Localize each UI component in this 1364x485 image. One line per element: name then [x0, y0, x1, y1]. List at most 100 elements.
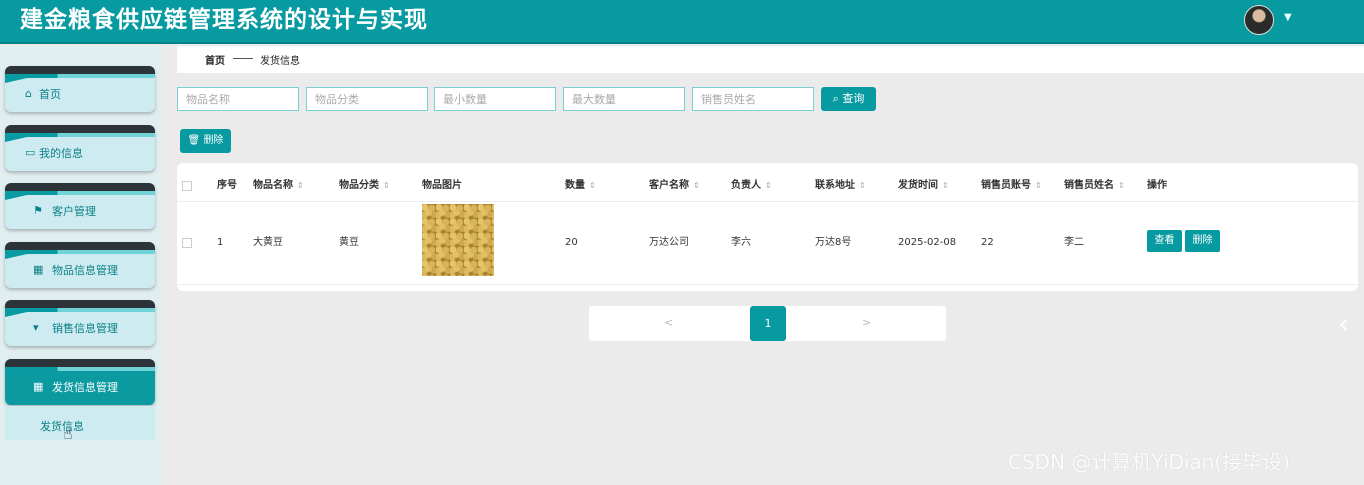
sidebar-item-label: 客户管理: [52, 205, 96, 218]
cell-index: 1: [217, 237, 224, 248]
cell-quantity: 20: [565, 237, 578, 248]
header-label: 客户名称: [649, 180, 689, 191]
cell-seller-account: 22: [981, 237, 994, 248]
cell-ship-time: 2025-02-08: [898, 237, 957, 248]
cell-seller-name: 李二: [1064, 237, 1084, 248]
select-all-checkbox[interactable]: [182, 181, 192, 191]
sort-icon[interactable]: ⇕: [1035, 181, 1042, 190]
sort-icon[interactable]: ⇕: [859, 181, 866, 190]
menu-stripe: [5, 359, 155, 367]
header-label: 销售员账号: [981, 180, 1031, 191]
breadcrumb: 首页 发货信息: [177, 46, 1364, 73]
header-label: 联系地址: [815, 180, 855, 191]
search-input-max-quantity[interactable]: [563, 87, 685, 111]
header-actions: 操作: [1147, 180, 1167, 191]
sidebar-item-sales[interactable]: ▾ 销售信息管理: [5, 300, 155, 346]
sidebar-item-label: 销售信息管理: [52, 322, 118, 335]
prev-page-button[interactable]: <: [664, 316, 673, 329]
menu-stripe: [5, 66, 155, 74]
cup-icon: ▾: [33, 321, 39, 334]
sidebar-item-label: 发货信息管理: [52, 381, 118, 394]
breadcrumb-current: 发货信息: [260, 56, 300, 67]
sidebar-item-label: 首页: [39, 88, 61, 101]
home-icon: ⌂: [25, 87, 32, 100]
cell-manager: 李六: [731, 237, 751, 248]
header-address[interactable]: 联系地址 ⇕: [815, 180, 866, 192]
top-header: 建金粮食供应链管理系统的设计与实现 ▼: [0, 0, 1364, 44]
menu-stripe: [5, 125, 155, 133]
grid-icon: ▦: [33, 380, 44, 393]
query-button-label: 查询: [842, 92, 865, 105]
sort-icon[interactable]: ⇕: [589, 181, 596, 190]
menu-stripe: [5, 300, 155, 308]
header-goods-category[interactable]: 物品分类 ⇕: [339, 180, 390, 192]
query-button[interactable]: ⌕ 查询: [821, 87, 876, 111]
header-goods-image: 物品图片: [422, 180, 462, 191]
header-label: 物品分类: [339, 180, 379, 191]
sidebar-item-label: 我的信息: [39, 147, 83, 160]
search-input-seller-name[interactable]: [692, 87, 814, 111]
flag-icon: ⚑: [33, 204, 43, 217]
cell-goods-category: 黄豆: [339, 237, 359, 248]
search-input-goods-category[interactable]: [306, 87, 428, 111]
pagination: < 1 >: [589, 306, 946, 341]
search-icon: ⌕: [832, 92, 839, 105]
header-manager[interactable]: 负责人 ⇕: [731, 180, 772, 192]
sort-icon[interactable]: ⇕: [942, 181, 949, 190]
sort-icon[interactable]: ⇕: [693, 181, 700, 190]
sidebar-item-goods[interactable]: ▦ 物品信息管理: [5, 242, 155, 288]
header-customer[interactable]: 客户名称 ⇕: [649, 180, 700, 192]
sidebar-item-customers[interactable]: ⚑ 客户管理: [5, 183, 155, 229]
menu-wedge: [5, 74, 45, 83]
search-input-goods-name[interactable]: [177, 87, 299, 111]
sort-icon[interactable]: ⇕: [765, 181, 772, 190]
header-index: 序号: [217, 180, 237, 191]
card-icon: ▭: [25, 146, 36, 159]
row-checkbox[interactable]: [182, 238, 192, 248]
menu-stripe: [5, 183, 155, 191]
sidebar-item-my-info[interactable]: ▭ 我的信息: [5, 125, 155, 171]
bulk-delete-button[interactable]: 🗑 删除: [180, 129, 231, 153]
breadcrumb-separator: [233, 58, 253, 59]
submenu-shipping-info[interactable]: 发货信息: [5, 406, 155, 440]
row-divider: [177, 201, 1358, 202]
cell-goods-name: 大黄豆: [253, 237, 283, 248]
header-label: 发货时间: [898, 180, 938, 191]
header-label: 负责人: [731, 180, 761, 191]
header-seller-name[interactable]: 销售员姓名 ⇕: [1064, 180, 1125, 192]
user-avatar[interactable]: [1244, 5, 1274, 35]
sidebar-item-label: 物品信息管理: [52, 264, 118, 277]
breadcrumb-home[interactable]: 首页: [205, 52, 225, 67]
hand-cursor-icon: ☝: [63, 424, 73, 443]
header-label: 数量: [565, 180, 585, 191]
soybean-image[interactable]: [422, 204, 494, 276]
header-seller-account[interactable]: 销售员账号 ⇕: [981, 180, 1042, 192]
page-number-button[interactable]: 1: [750, 306, 786, 341]
menu-stripe: [5, 242, 155, 250]
watermark: CSDN @计算机YiDian(接毕设): [1008, 450, 1290, 474]
chevron-left-icon[interactable]: ‹: [1338, 310, 1349, 338]
sidebar-item-shipping[interactable]: ▦ 发货信息管理: [5, 359, 155, 405]
header-label: 销售员姓名: [1064, 180, 1114, 191]
trash-icon: 🗑: [187, 135, 201, 146]
header-quantity[interactable]: 数量 ⇕: [565, 180, 596, 192]
header-label: 物品名称: [253, 180, 293, 191]
cell-customer: 万达公司: [649, 237, 689, 248]
sort-icon[interactable]: ⇕: [297, 181, 304, 190]
view-button[interactable]: 查看: [1147, 230, 1182, 252]
row-divider: [177, 284, 1358, 285]
grid-icon: ▦: [33, 263, 44, 276]
header-goods-name[interactable]: 物品名称 ⇕: [253, 180, 304, 192]
chevron-down-icon[interactable]: ▼: [1284, 12, 1292, 23]
submenu-label: 发货信息: [40, 420, 84, 433]
sort-icon[interactable]: ⇕: [383, 181, 390, 190]
header-ship-time[interactable]: 发货时间 ⇕: [898, 180, 949, 192]
app-title: 建金粮食供应链管理系统的设计与实现: [20, 7, 428, 33]
bulk-delete-label: 删除: [203, 135, 224, 146]
row-delete-button[interactable]: 删除: [1185, 230, 1220, 252]
next-page-button[interactable]: >: [862, 316, 871, 329]
sort-icon[interactable]: ⇕: [1118, 181, 1125, 190]
search-input-min-quantity[interactable]: [434, 87, 556, 111]
cell-address: 万达8号: [815, 237, 852, 248]
sidebar-item-home[interactable]: ⌂ 首页: [5, 66, 155, 112]
